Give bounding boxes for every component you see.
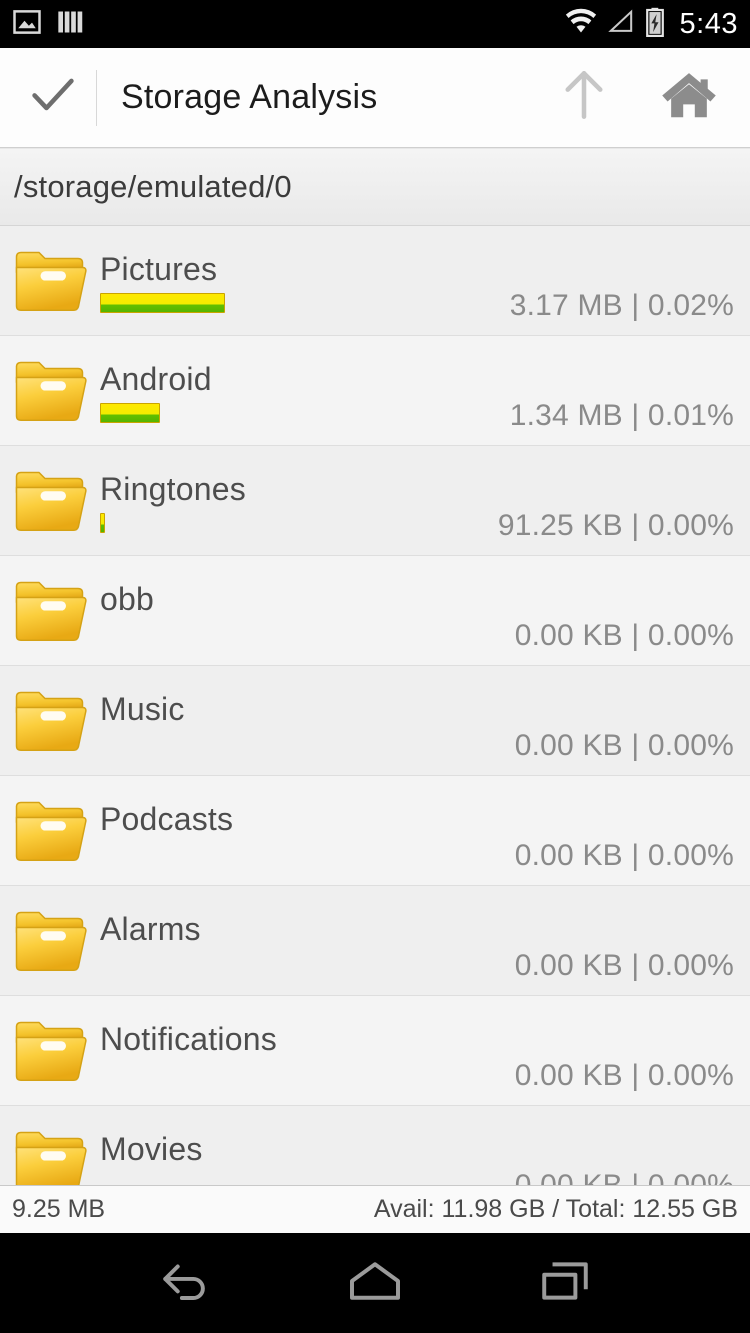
folder-info: Ringtones xyxy=(100,446,498,555)
up-button[interactable] xyxy=(558,66,610,129)
folder-size-label: 91.25 KB | 0.00% xyxy=(497,509,734,542)
folder-icon xyxy=(12,905,100,977)
folder-name: Android xyxy=(100,360,212,397)
folder-size-label: 0.00 KB | 0.00% xyxy=(514,839,734,872)
folder-name: Music xyxy=(100,690,185,727)
folder-size-label: 0.00 KB | 0.00% xyxy=(514,1059,734,1092)
nav-recents-button[interactable] xyxy=(510,1233,620,1333)
folder-name: Ringtones xyxy=(100,470,246,507)
columns-icon xyxy=(56,7,84,42)
total-used-label: 9.25 MB xyxy=(12,1195,106,1223)
folder-info: Alarms xyxy=(100,886,515,995)
path-text: /storage/emulated/0 xyxy=(14,169,292,204)
nav-back-button[interactable] xyxy=(130,1233,240,1333)
app-screen: 5:43 Storage Analysis /storage/emulated/… xyxy=(0,0,750,1333)
status-bar-system-icons: 5:43 xyxy=(564,7,738,42)
folder-name: Notifications xyxy=(100,1020,277,1057)
folder-size-label: 0.00 KB | 0.00% xyxy=(514,949,734,982)
folder-row[interactable]: Pictures 3.17 MB | 0.02% xyxy=(0,226,750,336)
folder-row[interactable]: obb 0.00 KB | 0.00% xyxy=(0,556,750,666)
usage-bar-track xyxy=(100,622,515,644)
status-bar-clock: 5:43 xyxy=(679,7,738,40)
home-icon xyxy=(660,73,718,127)
back-icon xyxy=(158,1258,212,1309)
folder-glyph xyxy=(15,1131,87,1185)
confirm-button[interactable] xyxy=(22,69,84,126)
folder-glyph xyxy=(15,691,87,751)
folder-icon xyxy=(12,1015,100,1087)
folder-glyph xyxy=(15,581,87,641)
status-bar-notifications xyxy=(12,7,84,42)
signal-icon xyxy=(607,8,635,41)
folder-info: obb xyxy=(100,556,515,665)
folder-glyph xyxy=(15,911,87,971)
status-bar: 5:43 xyxy=(0,0,750,48)
folder-size-label: 0.00 KB | 0.00% xyxy=(514,619,734,652)
folder-info: Android xyxy=(100,336,510,445)
folder-name: Alarms xyxy=(100,910,201,947)
folder-glyph xyxy=(15,801,87,861)
battery-charging-icon xyxy=(644,7,666,42)
folder-info: Music xyxy=(100,666,515,775)
folder-name: Pictures xyxy=(100,250,218,287)
usage-bar-fill xyxy=(100,293,225,314)
action-bar-actions xyxy=(558,66,728,129)
usage-bar-track xyxy=(100,952,515,974)
nav-home-button[interactable] xyxy=(320,1233,430,1333)
folder-row[interactable]: Android 1.34 MB | 0.01% xyxy=(0,336,750,446)
folder-icon xyxy=(12,575,100,647)
folder-icon xyxy=(12,355,100,427)
system-navigation-bar xyxy=(0,1233,750,1333)
folder-glyph xyxy=(15,471,87,531)
folder-glyph xyxy=(15,361,87,421)
wifi-icon xyxy=(564,8,598,41)
action-bar-divider xyxy=(96,69,97,126)
folder-info: Pictures xyxy=(100,226,510,335)
folder-row[interactable]: Ringtones 91.25 KB | 0.00% xyxy=(0,446,750,556)
usage-bar-track xyxy=(100,402,510,424)
folder-icon xyxy=(12,465,100,537)
usage-bar-track xyxy=(100,732,515,754)
folder-row[interactable]: Notifications 0.00 KB | 0.00% xyxy=(0,996,750,1106)
folder-icon xyxy=(12,685,100,757)
folder-name: Movies xyxy=(100,1130,203,1167)
folder-info: Movies xyxy=(100,1106,515,1185)
up-arrow-icon xyxy=(558,71,610,128)
home-button[interactable] xyxy=(660,67,718,128)
check-icon xyxy=(27,69,79,126)
folder-size-label: 1.34 MB | 0.01% xyxy=(509,399,734,432)
folder-icon xyxy=(12,245,100,317)
folder-icon xyxy=(12,1125,100,1185)
photo-icon xyxy=(12,7,42,42)
folder-size-label: 0.00 KB | 0.00% xyxy=(514,729,734,762)
usage-bar-fill xyxy=(100,513,105,534)
action-bar: Storage Analysis xyxy=(0,48,750,148)
folder-name: obb xyxy=(100,580,154,617)
folder-name: Podcasts xyxy=(100,800,234,837)
page-title: Storage Analysis xyxy=(121,78,378,116)
folder-glyph xyxy=(15,251,87,311)
usage-bar-fill xyxy=(100,403,160,424)
usage-bar-track xyxy=(100,292,510,314)
folder-row[interactable]: Alarms 0.00 KB | 0.00% xyxy=(0,886,750,996)
storage-info-label: Avail: 11.98 GB / Total: 12.55 GB xyxy=(373,1195,738,1223)
usage-bar-track xyxy=(100,1062,515,1084)
folder-row[interactable]: Movies 0.00 KB | 0.00% xyxy=(0,1106,750,1185)
home-icon xyxy=(345,1258,405,1309)
folder-size-label: 3.17 MB | 0.02% xyxy=(509,289,734,322)
usage-bar-track xyxy=(100,842,515,864)
folder-size-label: 0.00 KB | 0.00% xyxy=(515,1169,734,1185)
folder-list[interactable]: Pictures 3.17 MB | 0.02% Android 1.34 MB |… xyxy=(0,226,750,1185)
folder-info: Podcasts xyxy=(100,776,515,885)
folder-glyph xyxy=(15,1021,87,1081)
usage-bar-track xyxy=(100,1172,515,1185)
usage-bar-track xyxy=(100,512,498,534)
status-footer: 9.25 MB Avail: 11.98 GB / Total: 12.55 G… xyxy=(0,1185,750,1233)
folder-icon xyxy=(12,795,100,867)
folder-info: Notifications xyxy=(100,996,515,1105)
path-breadcrumb[interactable]: /storage/emulated/0 xyxy=(0,148,750,226)
folder-row[interactable]: Podcasts 0.00 KB | 0.00% xyxy=(0,776,750,886)
folder-row[interactable]: Music 0.00 KB | 0.00% xyxy=(0,666,750,776)
recents-icon xyxy=(538,1258,592,1309)
